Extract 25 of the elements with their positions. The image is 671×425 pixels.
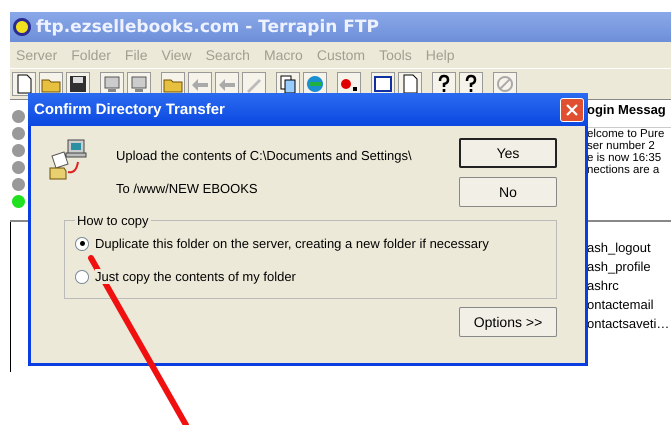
file-name[interactable]: ontactemail (587, 297, 671, 312)
dialog-button[interactable]: Yes (459, 138, 557, 168)
file-name[interactable]: ash_profile (587, 259, 671, 274)
computer-transfer-icon (48, 138, 88, 182)
message-line: elcome to Pure (587, 128, 666, 140)
window-title: ftp.ezsellebooks.com - Terrapin FTP (36, 17, 379, 37)
radio-button[interactable] (75, 270, 89, 284)
dialog-title: Confirm Directory Transfer (34, 101, 225, 118)
file-name[interactable]: ashrc (587, 278, 671, 293)
options-button[interactable]: Options >> (459, 307, 557, 337)
destination-path: To /www/NEW EBOOKS (116, 181, 259, 196)
close-icon (566, 104, 578, 116)
option-label[interactable]: Duplicate this folder on the server, creating a new folder if necessary (95, 236, 489, 251)
message-line: nections are a (587, 164, 660, 176)
app-logo-icon (12, 17, 32, 37)
file-name[interactable]: ontactsaveti… (587, 316, 671, 331)
radio-button[interactable] (75, 236, 89, 250)
message-line: ser number 2 (587, 140, 656, 152)
group-label: How to copy (76, 213, 150, 228)
close-button[interactable] (560, 98, 584, 122)
file-name[interactable]: ash_logout (587, 240, 671, 255)
page-icon[interactable] (12, 72, 36, 96)
option-label[interactable]: Just copy the contents of my folder (95, 269, 296, 284)
upload-message: Upload the contents of C:\Documents and Settings\ (116, 148, 413, 163)
dialog-button[interactable]: No (459, 177, 557, 207)
